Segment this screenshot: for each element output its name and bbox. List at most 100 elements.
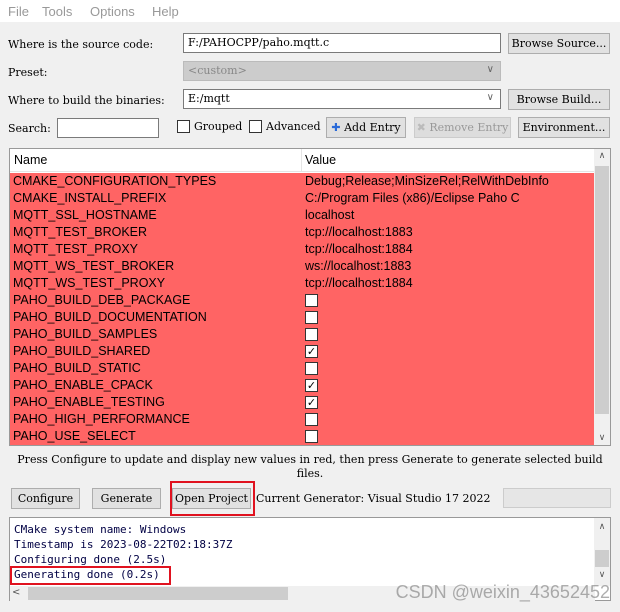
table-row[interactable]: PAHO_ENABLE_CPACK ✓ — [10, 377, 595, 394]
row-name: MQTT_WS_TEST_BROKER — [13, 259, 175, 273]
browse-source-button[interactable]: Browse Source... — [508, 33, 610, 54]
checkbox-checked[interactable]: ✓ — [305, 345, 318, 358]
advanced-box[interactable] — [249, 120, 262, 133]
menu-bar: File Tools Options Help — [0, 0, 620, 22]
add-entry-label: Add Entry — [344, 121, 401, 134]
cache-table: Name Value CMAKE_CONFIGURATION_TYPES Debu… — [9, 148, 611, 446]
menu-tools[interactable]: Tools — [42, 4, 72, 19]
checkbox-checked[interactable]: ✓ — [305, 396, 318, 409]
menu-options[interactable]: Options — [90, 4, 135, 19]
table-row[interactable]: PAHO_HIGH_PERFORMANCE — [10, 411, 595, 428]
table-row[interactable]: PAHO_ENABLE_TESTING ✓ — [10, 394, 595, 411]
source-input[interactable]: F:/PAHOCPP/paho.mqtt.c — [183, 33, 501, 53]
row-value[interactable]: tcp://localhost:1884 — [305, 276, 413, 290]
row-name: PAHO_BUILD_SAMPLES — [13, 327, 158, 341]
row-name: CMAKE_INSTALL_PREFIX — [13, 191, 167, 205]
grouped-box[interactable] — [177, 120, 190, 133]
log-line: Configuring done (2.5s) — [14, 553, 167, 566]
row-name: MQTT_TEST_PROXY — [13, 242, 139, 256]
watermark: CSDN @weixin_43652452 — [395, 582, 610, 602]
log-line: CMake system name: Windows — [14, 523, 187, 536]
row-value[interactable]: Debug;Release;MinSizeRel;RelWithDebInfo — [305, 174, 549, 188]
checkbox-unchecked[interactable] — [305, 430, 318, 443]
table-row[interactable]: MQTT_WS_TEST_BROKER ws://localhost:1883 — [10, 258, 595, 275]
plus-icon: ✚ — [331, 121, 341, 134]
menu-file[interactable]: File — [8, 4, 29, 19]
checkbox-unchecked[interactable] — [305, 294, 318, 307]
row-name: MQTT_TEST_BROKER — [13, 225, 148, 239]
row-name: PAHO_BUILD_DOCUMENTATION — [13, 310, 207, 324]
row-value[interactable]: C:/Program Files (x86)/Eclipse Paho C — [305, 191, 520, 205]
table-scrollbar[interactable]: ∧ ∨ — [594, 149, 610, 445]
build-label: Where to build the binaries: — [8, 94, 165, 107]
chevron-down-icon: ∨ — [486, 64, 494, 75]
advanced-label: Advanced — [266, 120, 321, 133]
row-name: PAHO_BUILD_DEB_PACKAGE — [13, 293, 191, 307]
checkbox-unchecked[interactable] — [305, 362, 318, 375]
scroll-up-icon[interactable]: ∧ — [594, 522, 610, 532]
remove-icon: ✖ — [416, 121, 426, 134]
scroll-thumb[interactable] — [595, 550, 609, 567]
grouped-label: Grouped — [194, 120, 243, 133]
scroll-down-icon[interactable]: ∨ — [594, 570, 610, 580]
table-row[interactable]: CMAKE_CONFIGURATION_TYPES Debug;Release;M… — [10, 173, 595, 190]
table-row[interactable]: MQTT_TEST_BROKER tcp://localhost:1883 — [10, 224, 595, 241]
header-value[interactable]: Value — [305, 153, 336, 167]
scroll-thumb[interactable] — [595, 166, 609, 414]
current-generator: Current Generator: Visual Studio 17 2022 — [256, 492, 491, 505]
generate-button[interactable]: Generate — [92, 488, 161, 509]
advanced-checkbox[interactable]: Advanced — [249, 120, 321, 133]
search-label: Search: — [8, 122, 51, 135]
table-row[interactable]: CMAKE_INSTALL_PREFIX C:/Program Files (x8… — [10, 190, 595, 207]
row-name: PAHO_BUILD_STATIC — [13, 361, 141, 375]
scroll-thumb[interactable] — [28, 587, 288, 600]
grouped-checkbox[interactable]: Grouped — [177, 120, 242, 133]
row-value[interactable]: localhost — [305, 208, 354, 222]
row-name: PAHO_BUILD_SHARED — [13, 344, 151, 358]
chevron-down-icon: ∨ — [486, 92, 494, 103]
row-name: MQTT_WS_TEST_PROXY — [13, 276, 166, 290]
progress-bar — [503, 488, 611, 508]
add-entry-button[interactable]: ✚ Add Entry — [326, 117, 406, 138]
table-row[interactable]: PAHO_BUILD_DOCUMENTATION — [10, 309, 595, 326]
table-row[interactable]: PAHO_BUILD_SAMPLES — [10, 326, 595, 343]
table-row[interactable]: PAHO_BUILD_STATIC — [10, 360, 595, 377]
scroll-left-icon[interactable]: < — [12, 587, 20, 598]
table-row[interactable]: MQTT_SSL_HOSTNAME localhost — [10, 207, 595, 224]
table-row[interactable]: PAHO_BUILD_SHARED ✓ — [10, 343, 595, 360]
menu-help[interactable]: Help — [152, 4, 179, 19]
checkbox-checked[interactable]: ✓ — [305, 379, 318, 392]
table-row[interactable]: MQTT_WS_TEST_PROXY tcp://localhost:1884 — [10, 275, 595, 292]
table-header: Name Value — [10, 149, 595, 172]
header-name[interactable]: Name — [14, 153, 47, 167]
checkbox-unchecked[interactable] — [305, 413, 318, 426]
remove-entry-button: ✖ Remove Entry — [414, 117, 511, 138]
highlight-box — [10, 566, 171, 585]
row-value[interactable]: tcp://localhost:1884 — [305, 242, 413, 256]
environment-button[interactable]: Environment... — [518, 117, 610, 138]
row-name: PAHO_ENABLE_CPACK — [13, 378, 153, 392]
row-value[interactable]: tcp://localhost:1883 — [305, 225, 413, 239]
search-input[interactable] — [57, 118, 159, 138]
table-row[interactable]: PAHO_USE_SELECT — [10, 428, 595, 445]
hint-text: Press Configure to update and display ne… — [17, 453, 603, 480]
log-line: Timestamp is 2023-08-22T02:18:37Z — [14, 538, 233, 551]
checkbox-unchecked[interactable] — [305, 328, 318, 341]
row-name: PAHO_USE_SELECT — [13, 429, 136, 443]
table-row[interactable]: PAHO_BUILD_DEB_PACKAGE — [10, 292, 595, 309]
row-name: MQTT_SSL_HOSTNAME — [13, 208, 157, 222]
scroll-down-icon[interactable]: ∨ — [594, 433, 610, 443]
remove-entry-label: Remove Entry — [429, 121, 509, 134]
build-value: E:/mqtt — [188, 92, 230, 105]
row-name: PAHO_ENABLE_TESTING — [13, 395, 165, 409]
preset-label: Preset: — [8, 66, 48, 79]
log-vscroll[interactable]: ∧ ∨ — [594, 518, 610, 586]
browse-build-button[interactable]: Browse Build... — [508, 89, 610, 110]
row-value[interactable]: ws://localhost:1883 — [305, 259, 411, 273]
table-row[interactable]: MQTT_TEST_PROXY tcp://localhost:1884 — [10, 241, 595, 258]
build-select[interactable]: E:/mqtt ∨ — [183, 89, 501, 109]
scroll-up-icon[interactable]: ∧ — [594, 151, 610, 161]
configure-button[interactable]: Configure — [11, 488, 80, 509]
preset-select: <custom> ∨ — [183, 61, 501, 81]
checkbox-unchecked[interactable] — [305, 311, 318, 324]
